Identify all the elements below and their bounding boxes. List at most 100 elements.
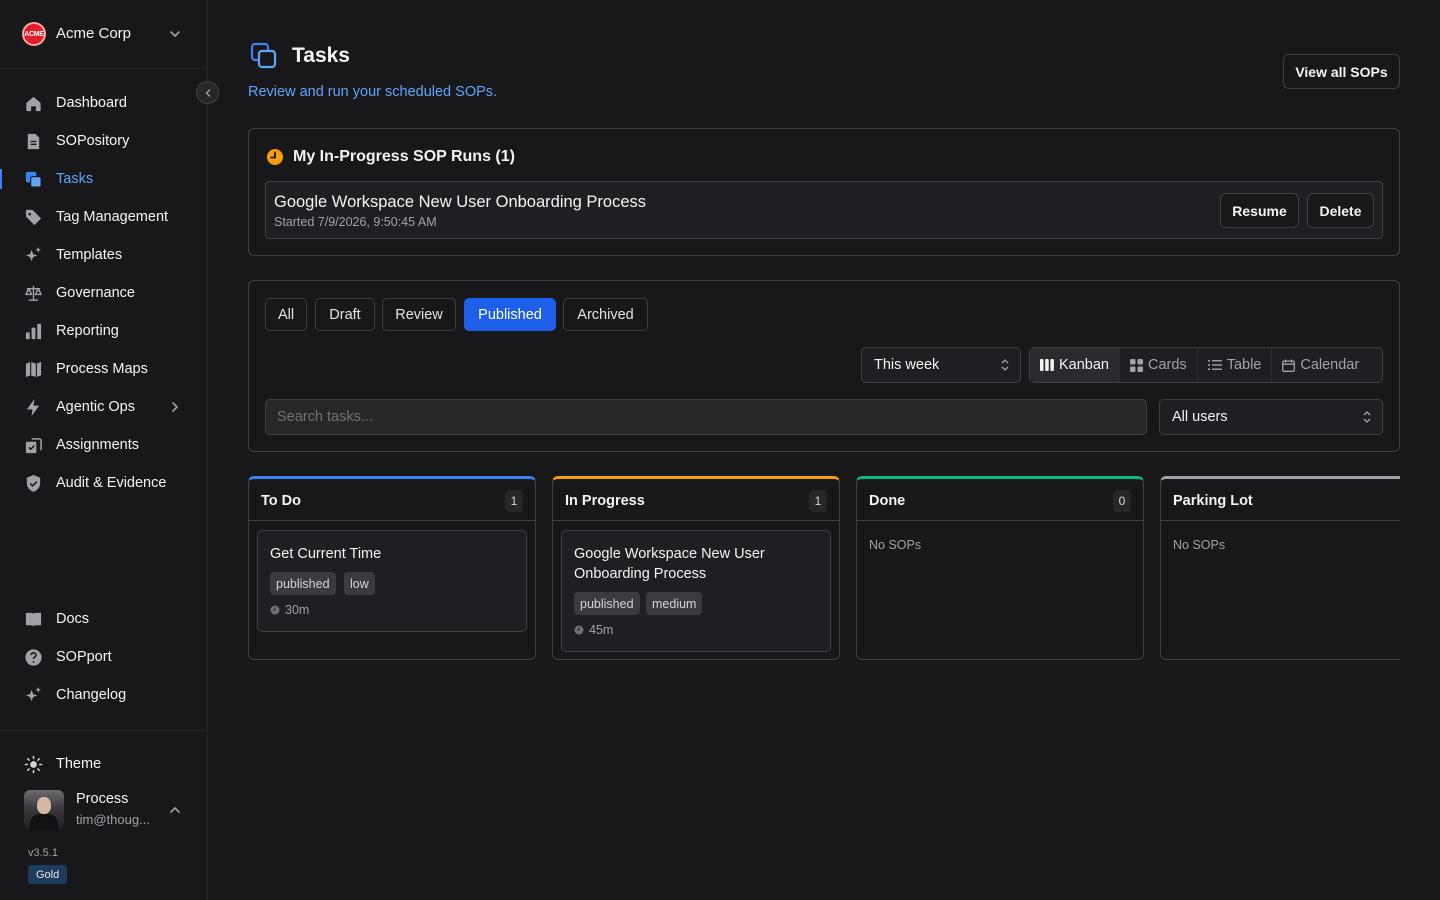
column-header: Parking Lot: [1161, 479, 1400, 521]
sidebar-item-label: Governance: [56, 285, 135, 301]
tab-draft[interactable]: Draft: [315, 298, 375, 331]
sidebar-divider: [0, 730, 207, 731]
view-cards-label: Cards: [1148, 357, 1187, 373]
chevron-up-icon: [170, 806, 180, 813]
copy-icon: [250, 42, 277, 69]
delete-button[interactable]: Delete: [1307, 193, 1374, 228]
view-calendar-label: Calendar: [1300, 357, 1360, 373]
sidebar-item-templates[interactable]: Templates: [0, 236, 207, 274]
home-icon: [26, 96, 41, 112]
status-tag: published: [270, 572, 336, 595]
grid-icon: [1130, 358, 1143, 372]
chevron-right-icon: [172, 402, 179, 412]
clock-icon: [574, 625, 584, 635]
priority-tag: low: [344, 572, 375, 595]
chevron-left-icon: [205, 88, 210, 97]
avatar: [24, 790, 64, 830]
tab-archived[interactable]: Archived: [563, 298, 648, 331]
view-calendar[interactable]: Calendar: [1272, 348, 1369, 382]
sidebar-item-governance[interactable]: Governance: [0, 274, 207, 312]
filter-panel: All Draft Review Published Archived This…: [248, 280, 1400, 452]
sidebar-item-tag-management[interactable]: Tag Management: [0, 198, 207, 236]
document-icon: [27, 133, 40, 150]
view-all-sops-button[interactable]: View all SOPs: [1283, 54, 1400, 89]
tab-all[interactable]: All: [265, 298, 307, 331]
sidebar-item-label: Tag Management: [56, 209, 169, 225]
scale-icon: [25, 285, 42, 301]
org-switcher[interactable]: ACME Acme Corp: [0, 0, 207, 69]
users-select[interactable]: All users: [1159, 399, 1383, 435]
view-cards[interactable]: Cards: [1120, 348, 1198, 382]
priority-tag: medium: [646, 592, 703, 615]
card-duration: 30m: [270, 603, 309, 617]
kanban-icon: [1040, 359, 1054, 371]
calendar-icon: [1282, 359, 1296, 372]
org-name: Acme Corp: [56, 25, 132, 42]
view-toggle: Kanban Cards Table Calendar: [1029, 347, 1383, 383]
assignment-icon: [25, 438, 42, 454]
user-name: Process: [76, 791, 129, 807]
resume-button[interactable]: Resume: [1220, 193, 1299, 228]
page-subtitle: Review and run your scheduled SOPs.: [248, 84, 498, 100]
sidebar-item-reporting[interactable]: Reporting: [0, 312, 207, 350]
period-select[interactable]: This week: [861, 347, 1021, 383]
card-duration: 45m: [574, 623, 613, 637]
sidebar-item-sopport[interactable]: SOPport: [0, 638, 207, 676]
column-title: Done: [869, 493, 906, 509]
chevron-down-icon: [170, 31, 180, 38]
period-select-value: This week: [874, 357, 940, 373]
theme-toggle[interactable]: Theme: [0, 745, 207, 783]
sidebar-item-agentic-ops[interactable]: Agentic Ops: [0, 388, 207, 426]
collapse-sidebar-button[interactable]: [196, 81, 219, 104]
help-circle-icon: [25, 649, 42, 666]
card-duration-value: 30m: [285, 603, 310, 617]
column-header: To Do 1: [249, 479, 535, 521]
sidebar: ACME Acme Corp Dashboard SOPository Task…: [0, 0, 219, 900]
sun-icon: [24, 755, 43, 774]
sidebar-item-label: Docs: [56, 611, 90, 627]
copy-icon: [25, 171, 42, 188]
sparkles-icon: [25, 686, 42, 702]
column-title: Parking Lot: [1173, 493, 1253, 509]
tab-review[interactable]: Review: [382, 298, 456, 331]
sidebar-item-audit-evidence[interactable]: Audit & Evidence: [0, 464, 207, 502]
view-table-label: Table: [1226, 357, 1262, 373]
sidebar-item-label: Assignments: [56, 437, 140, 453]
user-email: tim@thoug...: [76, 812, 150, 827]
kanban-column-parking-lot: Parking Lot No SOPs: [1160, 476, 1400, 660]
task-card[interactable]: Google Workspace New User Onboarding Pro…: [561, 530, 831, 652]
status-tag: published: [574, 592, 640, 615]
sop-run-row: Google Workspace New User Onboarding Pro…: [265, 181, 1383, 239]
column-title: To Do: [261, 493, 301, 509]
sidebar-item-changelog[interactable]: Changelog: [0, 676, 207, 714]
task-card[interactable]: Get Current Time published low 30m: [257, 530, 527, 632]
column-empty-text: No SOPs: [869, 538, 922, 552]
book-icon: [25, 612, 42, 628]
sidebar-item-process-maps[interactable]: Process Maps: [0, 350, 207, 388]
lightning-icon: [26, 398, 40, 417]
run-started-time: Started 7/9/2026, 9:50:45 AM: [274, 215, 437, 229]
tab-published[interactable]: Published: [464, 298, 556, 331]
kanban-column-to-do: To Do 1 Get Current Time published low 3…: [248, 476, 536, 660]
sidebar-item-tasks[interactable]: Tasks: [0, 160, 207, 198]
view-table[interactable]: Table: [1198, 348, 1273, 382]
card-title: Google Workspace New User Onboarding Pro…: [574, 546, 765, 582]
app-version: v3.5.1: [28, 847, 58, 859]
map-icon: [25, 361, 42, 378]
view-kanban-label: Kanban: [1059, 357, 1109, 373]
kanban-board: To Do 1 Get Current Time published low 3…: [248, 476, 1400, 666]
org-logo-text: ACME: [24, 30, 44, 38]
sidebar-item-label: SOPository: [56, 133, 130, 149]
view-kanban[interactable]: Kanban: [1030, 348, 1120, 382]
column-count: 1: [809, 490, 827, 512]
sidebar-item-dashboard[interactable]: Dashboard: [0, 84, 207, 122]
sidebar-item-assignments[interactable]: Assignments: [0, 426, 207, 464]
org-logo: ACME: [22, 22, 46, 46]
search-input[interactable]: [265, 399, 1147, 435]
sidebar-item-sopository[interactable]: SOPository: [0, 122, 207, 160]
column-title: In Progress: [565, 493, 645, 509]
column-header: Done 0: [857, 479, 1143, 521]
chevron-up-down-icon: [1001, 359, 1009, 371]
sidebar-item-docs[interactable]: Docs: [0, 600, 207, 638]
page-title: Tasks: [292, 44, 350, 67]
